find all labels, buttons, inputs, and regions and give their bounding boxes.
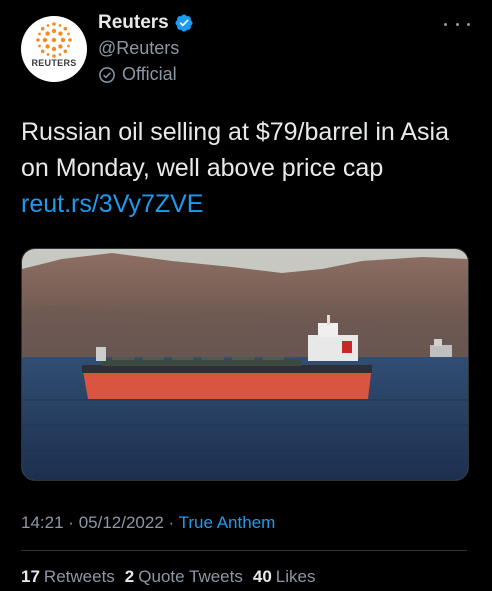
- tweet-body: Russian oil selling at $79/barrel in Asi…: [21, 118, 450, 182]
- tweet-image[interactable]: [21, 248, 469, 481]
- avatar[interactable]: REUTERS: [21, 16, 87, 82]
- meta-separator: ·: [68, 513, 74, 532]
- author-name[interactable]: Reuters: [98, 12, 169, 34]
- tweet-link[interactable]: reut.rs/3Vy7ZVE: [21, 190, 203, 218]
- verified-badge-icon: [175, 14, 193, 32]
- reuters-logo-icon: [36, 22, 72, 58]
- official-label: Official: [122, 64, 177, 84]
- quote-tweets-count: 2: [124, 567, 135, 586]
- likes-label: Likes: [275, 567, 316, 586]
- meta-separator: ·: [168, 513, 175, 532]
- likes-count: 40: [252, 567, 272, 586]
- official-check-icon: [99, 66, 115, 83]
- likes-stat[interactable]: 40 Likes: [253, 567, 316, 587]
- tweet-metadata: 14:21 · 05/12/2022 · True Anthem: [21, 513, 275, 533]
- more-options-icon[interactable]: [444, 20, 470, 28]
- quote-tweets-label: Quote Tweets: [138, 567, 243, 586]
- retweets-label: Retweets: [43, 567, 115, 586]
- retweets-stat[interactable]: 17 Retweets: [21, 567, 115, 587]
- tweet-time[interactable]: 14:21: [21, 513, 64, 532]
- divider: [21, 550, 467, 551]
- author-name-row[interactable]: Reuters: [98, 12, 194, 34]
- tweet-date[interactable]: 05/12/2022: [79, 513, 164, 532]
- oil-tanker-photo: [22, 249, 468, 480]
- engagement-stats: 17 Retweets 2 Quote Tweets 40 Likes: [21, 567, 315, 587]
- official-label-row: Official: [98, 64, 177, 85]
- source-app-link[interactable]: True Anthem: [179, 513, 276, 532]
- tweet-text: Russian oil selling at $79/barrel in Asi…: [21, 114, 471, 222]
- retweets-count: 17: [21, 567, 40, 586]
- avatar-logo-text: REUTERS: [31, 58, 77, 68]
- author-handle[interactable]: @Reuters: [98, 38, 179, 59]
- quote-tweets-stat[interactable]: 2 Quote Tweets: [125, 567, 243, 587]
